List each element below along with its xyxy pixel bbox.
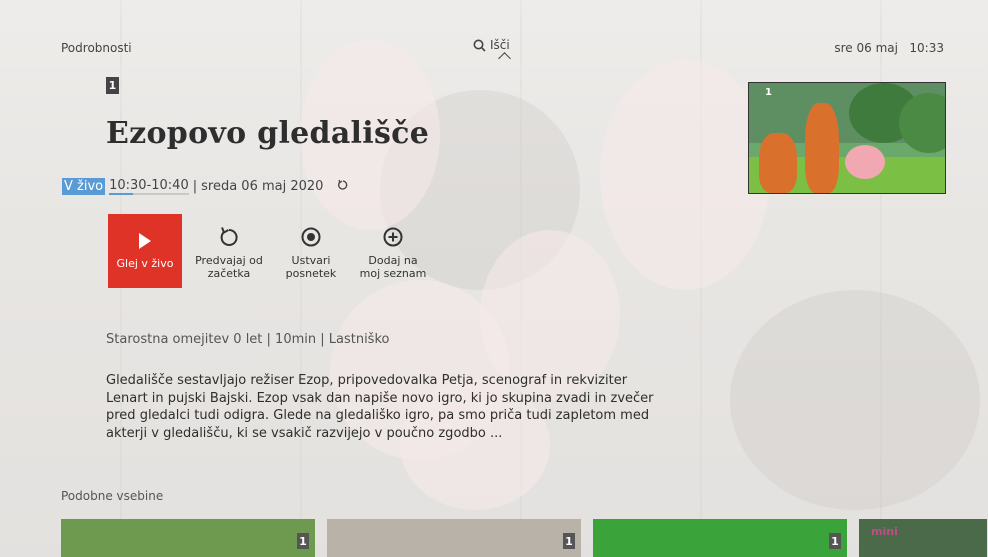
clock: sre 06 maj 10:33 — [834, 41, 944, 55]
watch-live-label: Glej v živo — [116, 256, 174, 270]
similar-card[interactable]: mini — [859, 519, 987, 557]
record-icon — [301, 227, 321, 247]
program-description: Gledališče sestavljajo režiser Ezop, pri… — [106, 373, 654, 441]
section-title: Podrobnosti — [61, 41, 132, 55]
record-label: Ustvari posnetek — [285, 254, 337, 280]
airing-info: V živo 10:30-10:40 | sreda 06 maj 2020 — [62, 178, 349, 195]
search-icon — [473, 39, 486, 52]
similar-content-row: 1 1 1 mini — [61, 519, 987, 557]
clock-date: sre 06 maj — [834, 41, 898, 55]
similar-card[interactable]: 1 — [593, 519, 847, 557]
live-progress-bar — [109, 193, 133, 195]
search-label: Išči — [490, 38, 510, 52]
live-preview-thumbnail[interactable]: 1 — [748, 82, 946, 194]
similar-content-heading: Podobne vsebine — [61, 489, 164, 503]
top-bar: Podrobnosti Išči sre 06 maj 10:33 — [61, 34, 944, 65]
program-metadata: Starostna omejitev 0 let | 10min | Lastn… — [106, 332, 390, 347]
channel-badge: 1 — [563, 533, 575, 549]
restart-icon — [337, 179, 349, 195]
restart-icon — [220, 227, 238, 246]
similar-card[interactable]: 1 — [327, 519, 581, 557]
card-logo-text: mini — [871, 525, 898, 538]
clock-time: 10:33 — [909, 41, 944, 55]
play-icon — [139, 232, 151, 249]
restart-label: Predvajaj od začetka — [195, 254, 263, 280]
add-to-list-label: Dodaj na moj seznam — [359, 254, 427, 280]
separator: | — [192, 179, 198, 194]
channel-badge: 1 — [829, 533, 841, 549]
watch-live-button[interactable]: Glej v živo — [108, 214, 182, 288]
chevron-up-icon — [498, 52, 511, 65]
plus-circle-icon — [383, 227, 403, 247]
restart-button[interactable]: Predvajaj od začetka — [194, 214, 264, 288]
search-button[interactable]: Išči — [473, 38, 511, 65]
add-to-list-button[interactable]: Dodaj na moj seznam — [358, 214, 428, 288]
channel-badge: 1 — [106, 77, 119, 94]
time-range-text: 10:30-10:40 — [109, 178, 189, 193]
live-badge: V živo — [62, 178, 106, 195]
channel-badge: 1 — [297, 533, 309, 549]
time-range: 10:30-10:40 — [109, 178, 189, 195]
program-title: Ezopovo gledališče — [106, 116, 430, 151]
air-date: sreda 06 maj 2020 — [201, 179, 324, 194]
similar-card[interactable]: 1 — [61, 519, 315, 557]
record-button[interactable]: Ustvari posnetek — [276, 214, 346, 288]
action-buttons: Glej v živo Predvajaj od začetka Ustvari… — [108, 214, 428, 288]
preview-channel-number: 1 — [765, 87, 772, 98]
